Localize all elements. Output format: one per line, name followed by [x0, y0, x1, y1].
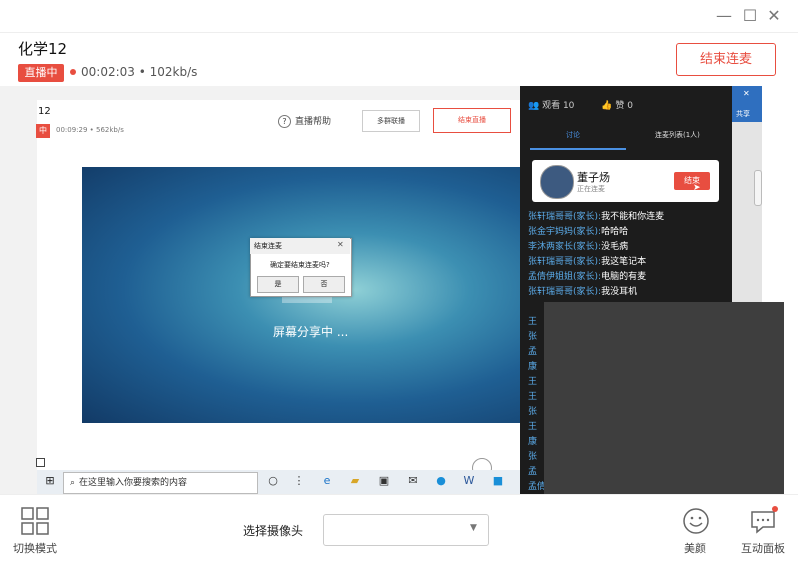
share-label: 共享	[736, 110, 750, 118]
taskbar-search-icon: ⌕	[70, 478, 76, 488]
chat-partial-name: 张	[528, 332, 538, 342]
chat-message-user: 张轩瑞哥哥(家长):	[528, 212, 602, 222]
chat-message: 张金宇妈妈(家长):哈哈哈	[528, 224, 628, 237]
notification-dot	[772, 506, 778, 512]
chat-message-text: 我没耳机	[601, 287, 638, 297]
app-circle-icon: ●	[436, 474, 446, 487]
recording-dot-icon	[70, 69, 76, 75]
switch-mode-label[interactable]: 切换模式	[13, 540, 57, 556]
cursor-icon: ➤	[693, 183, 701, 193]
app-square-icon: ■	[492, 474, 504, 487]
chat-message-user: 张轩瑞哥哥(家长):	[528, 287, 602, 297]
chat-message-text: 我这笔记本	[601, 257, 647, 267]
inner-status-text: 00:09:29 • 562kb/s	[56, 126, 124, 134]
end-mic-button[interactable]: 结束连麦	[676, 43, 776, 76]
course-title: 化学12	[18, 40, 68, 58]
chat-message-text: 哈哈哈	[601, 227, 629, 237]
chat-partial-name: 孟	[528, 347, 538, 357]
multi-group-button: 多群联播	[362, 110, 420, 132]
dialog-no-button: 否	[303, 276, 345, 293]
window-title-bar: — ☐ ✕	[0, 0, 798, 33]
panel-stats: 👥 观看 10 👍 赞 0	[528, 98, 633, 111]
inner-course-title: 12	[38, 106, 51, 117]
chat-message-user: 张金宇妈妈(家长):	[528, 227, 602, 237]
chat-partial-name: 康	[528, 437, 538, 447]
avatar	[540, 165, 574, 199]
chat-message: 孟倩伊姐姐(家长):电脑的有麦	[528, 269, 646, 282]
beauty-smile-icon[interactable]	[682, 507, 710, 535]
mail-icon: ✉	[408, 474, 418, 487]
chat-partial-name: 王	[528, 317, 538, 327]
inner-end-live-button: 结束直播	[433, 108, 511, 133]
minimize-icon[interactable]: —	[714, 6, 734, 26]
taskbar-search-box: ⌕ 在这里输入你要搜索的内容	[63, 472, 258, 494]
dialog-title: 结束连麦	[254, 242, 282, 250]
taskbar-app-icon: ⋮	[293, 474, 305, 487]
chat-partial-name: 王	[528, 392, 538, 402]
help-link-label: 直播帮助	[295, 117, 332, 127]
camera-label: 选择摄像头	[243, 524, 304, 538]
dialog-message: 确定要结束连麦吗?	[270, 261, 330, 269]
chat-partial-name: 孟	[528, 467, 538, 477]
live-status-badge: 直播中	[18, 64, 64, 82]
tab-mic-list[interactable]: 连麦列表(1人)	[655, 130, 700, 140]
live-help-link: ? 直播帮助	[278, 114, 331, 128]
chat-message: 张轩瑞哥哥(家长):我这笔记本	[528, 254, 646, 267]
chat-message: 张轩瑞哥哥(家长):我不能和你连麦	[528, 209, 664, 222]
task-view-icon: ○	[268, 474, 278, 487]
mic-user-status: 正在连麦	[577, 185, 605, 193]
share-close-icon[interactable]: ✕	[743, 89, 750, 98]
chat-message-user: 孟倩伊姐姐(家长):	[528, 272, 602, 282]
taskbar-search-text: 在这里输入你要搜索的内容	[79, 478, 188, 488]
chat-message: 张轩瑞哥哥(家长):我没耳机	[528, 284, 637, 297]
chat-partial-name: 王	[528, 377, 538, 387]
chevron-down-icon[interactable]: ▼	[470, 523, 477, 533]
edge-browser-icon: e	[323, 474, 331, 487]
viewers-count: 观看 10	[542, 101, 575, 111]
video-overlay	[544, 302, 784, 494]
dialog-yes-button: 是	[257, 276, 299, 293]
dialog-close-icon: ✕	[337, 240, 344, 249]
tab-discussion[interactable]: 讨论	[566, 130, 580, 140]
chat-partial-name: 王	[528, 422, 538, 432]
file-explorer-icon: ▰	[350, 474, 360, 487]
scrollbar-thumb[interactable]	[754, 170, 762, 206]
chat-message: 李沐两家长(家长):没毛病	[528, 239, 628, 252]
chat-message-user: 李沐两家长(家长):	[528, 242, 602, 252]
windows-start-icon: ⊞	[45, 474, 55, 487]
small-square-icon	[36, 458, 45, 467]
close-icon[interactable]: ✕	[764, 6, 784, 26]
likes-count: 赞 0	[615, 101, 633, 111]
chat-message-text: 电脑的有麦	[601, 272, 647, 282]
like-icon: 👍	[601, 101, 613, 111]
chat-partial-name: 张	[528, 452, 538, 462]
active-tab-indicator	[530, 148, 626, 150]
monitor-icon	[282, 297, 332, 303]
interact-panel-label[interactable]: 互动面板	[741, 540, 785, 556]
live-status-text: 00:02:03 • 102kb/s	[81, 65, 198, 79]
camera-select[interactable]	[323, 514, 489, 546]
store-icon: ▣	[378, 474, 390, 487]
chat-message-text: 我不能和你连麦	[601, 212, 665, 222]
chat-bubble-icon[interactable]	[749, 508, 777, 536]
word-icon: W	[463, 474, 475, 487]
chat-partial-name: 张	[528, 407, 538, 417]
chat-partial-name: 康	[528, 362, 538, 372]
chat-message-text: 没毛病	[601, 242, 629, 252]
live-status-line: 00:02:03 • 102kb/s	[70, 65, 197, 79]
chat-message-user: 张轩瑞哥哥(家长):	[528, 257, 602, 267]
end-user-mic-button[interactable]: 结束	[674, 172, 710, 190]
beauty-label[interactable]: 美颜	[684, 540, 706, 556]
inner-live-badge: 中	[36, 124, 50, 138]
help-icon: ?	[278, 115, 291, 128]
grid-icon[interactable]	[20, 506, 50, 536]
maximize-icon[interactable]: ☐	[740, 6, 760, 26]
mic-user-name: 董子炀	[577, 171, 610, 184]
screen-sharing-text: 屏幕分享中 ...	[273, 325, 349, 339]
viewers-icon: 👥	[528, 101, 540, 111]
